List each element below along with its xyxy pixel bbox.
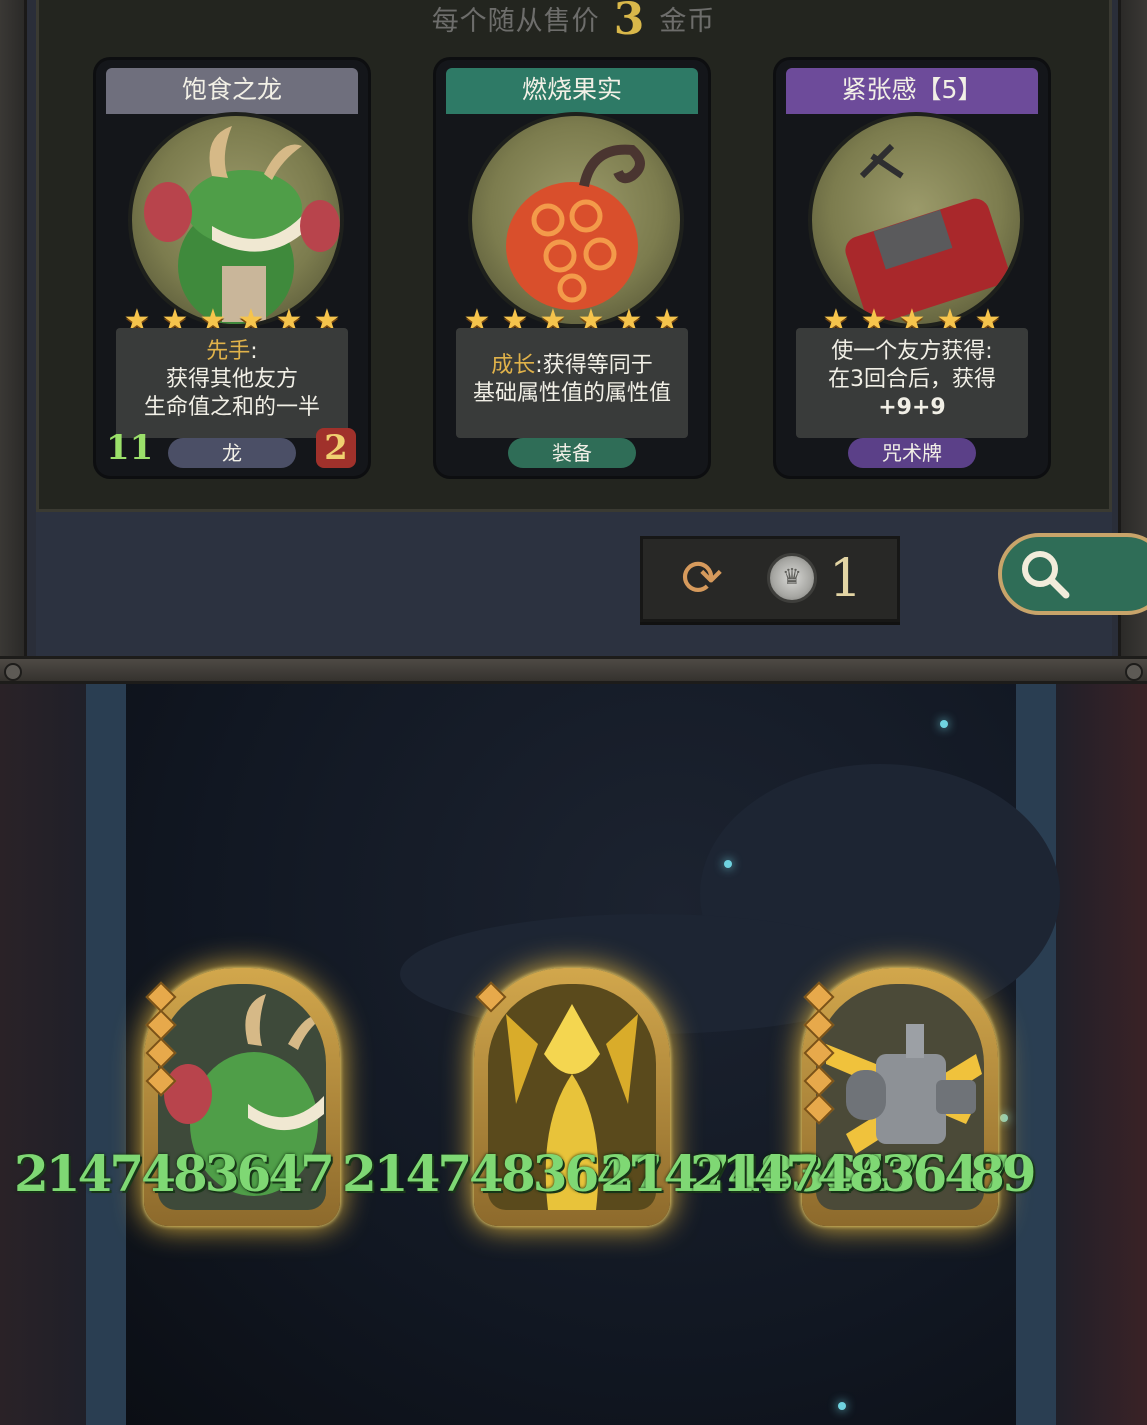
desc-text: :获得等同于	[535, 353, 653, 378]
reroll-cost: 1	[829, 549, 863, 609]
spark	[1000, 1114, 1008, 1122]
card-tag: 龙	[168, 438, 296, 468]
card-title: 燃烧果实	[446, 68, 698, 114]
crown-coin-icon: ♛	[767, 553, 817, 603]
rivet-icon	[1125, 663, 1143, 681]
dragon-icon	[144, 126, 340, 324]
search-icon	[1018, 547, 1072, 601]
price-prefix: 每个随从售价	[431, 6, 600, 37]
shop-card-fruit[interactable]: 燃烧果实 ★ ★ ★ ★ ★ ★ 成长:获得等同于 基础属性值的属性值 装备	[436, 60, 708, 476]
spark	[724, 860, 732, 868]
search-button[interactable]	[998, 533, 1147, 615]
pillar-right	[1016, 684, 1056, 1425]
price-info: 每个随从售价 3 金币	[0, 0, 1147, 45]
desc-line: 在3回合后，获得	[828, 367, 996, 392]
attack-value: 11	[106, 428, 154, 468]
desc-line: 基础属性值的属性值	[472, 381, 671, 406]
price-suffix: 金币	[659, 6, 716, 37]
dynamite-icon	[845, 143, 1009, 324]
card-description: 成长:获得等同于 基础属性值的属性值	[456, 328, 688, 438]
overflow-number: 2147483647	[14, 1144, 335, 1203]
dragon-portrait	[128, 112, 344, 328]
fruit-portrait	[468, 112, 684, 328]
pillar-left	[86, 684, 126, 1425]
refresh-icon: ⟳	[681, 549, 723, 607]
spark	[838, 1402, 846, 1410]
desc-line: 使一个友方获得:	[831, 339, 993, 364]
shop-card-dragon[interactable]: 饱食之龙 ★ ★ ★ ★ ★ ★ 先手: 获得其他友方 生命值之和的一半 龙 11 2	[96, 60, 368, 476]
keyword: 成长	[491, 353, 536, 378]
shop-bottom-bar	[36, 512, 1112, 656]
card-description: 先手: 获得其他友方 生命值之和的一半	[116, 328, 348, 438]
price-value: 3	[613, 0, 646, 45]
rivet-icon	[4, 663, 22, 681]
reroll-button[interactable]: ⟳ ♛ 1	[640, 536, 900, 622]
card-description: 使一个友方获得: 在3回合后，获得 +9+9	[796, 328, 1028, 438]
keyword: 先手	[206, 339, 251, 364]
spell-portrait	[808, 112, 1024, 328]
health-value: 2	[316, 428, 356, 468]
desc-line: 生命值之和的一半	[143, 395, 320, 420]
desc-line: +9+9	[878, 395, 946, 420]
card-tag: 装备	[508, 438, 636, 468]
card-title: 饱食之龙	[106, 68, 358, 114]
desc-line: 获得其他友方	[165, 367, 298, 392]
frame-left	[0, 0, 27, 656]
spark	[940, 720, 948, 728]
card-title: 紧张感【5】	[786, 68, 1038, 114]
card-tag: 咒术牌	[848, 438, 976, 468]
panel-divider	[0, 656, 1147, 684]
overflow-number: 89	[970, 1144, 1037, 1203]
shop-card-spell[interactable]: 紧张感【5】 ★ ★ ★ ★ ★ 使一个友方获得: 在3回合后，获得 +9+9 咒术牌	[776, 60, 1048, 476]
desc-text: :	[250, 339, 258, 364]
burning-fruit-icon	[506, 144, 645, 310]
overflow-number: 2147483647	[690, 1144, 1011, 1203]
